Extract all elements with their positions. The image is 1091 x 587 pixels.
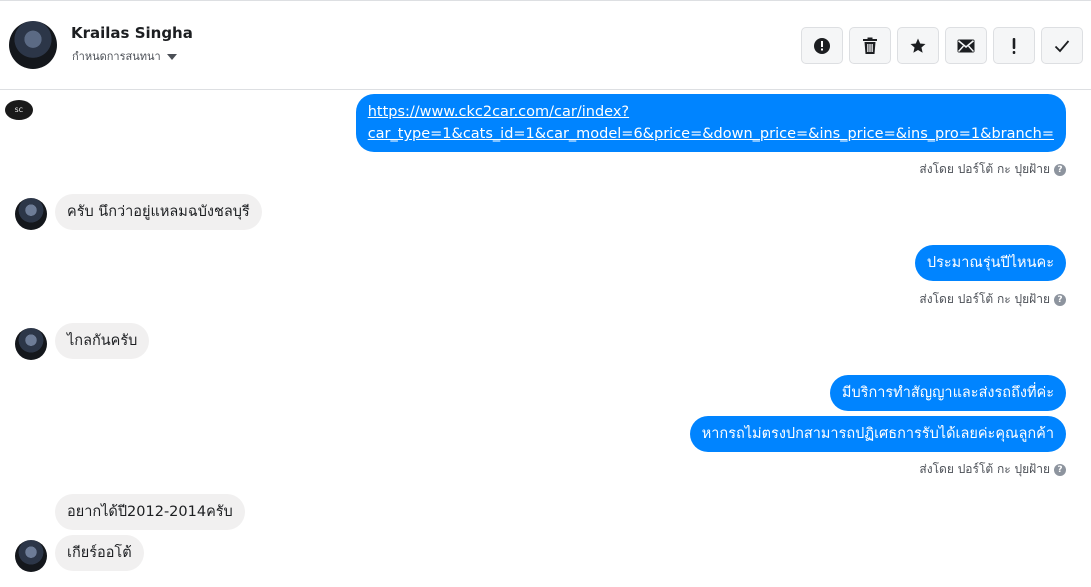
mark-done-button[interactable] bbox=[1041, 27, 1083, 64]
help-icon[interactable]: ? bbox=[1054, 163, 1066, 176]
incoming-message[interactable]: อยากได้ปี2012-2014ครับ bbox=[55, 494, 245, 530]
incoming-message[interactable]: เกียร์ออโต้ bbox=[55, 535, 144, 571]
assign-conversation-dropdown[interactable]: กำหนดการสนทนา bbox=[72, 47, 177, 65]
sent-by-label: ส่งโดย ปอร์โต้ กะ ปุยฝ้าย ? bbox=[919, 160, 1066, 179]
page-logo: SC bbox=[5, 100, 33, 120]
contact-avatar-small[interactable] bbox=[15, 540, 47, 572]
message-thread[interactable]: SC https://www.ckc2car.com/car/index? car… bbox=[0, 90, 1091, 587]
sent-by-text: ส่งโดย ปอร์โต้ กะ ปุยฝ้าย bbox=[919, 462, 1050, 476]
follow-up-button[interactable] bbox=[993, 27, 1035, 64]
trash-icon bbox=[863, 37, 877, 54]
outgoing-message[interactable]: หากรถไม่ตรงปกสามารถปฏิเศธการรับได้เลยค่ะ… bbox=[689, 416, 1066, 452]
help-icon[interactable]: ? bbox=[1054, 463, 1066, 476]
exclamation-icon bbox=[1012, 37, 1016, 54]
incoming-message[interactable]: ไกลกันครับ bbox=[55, 323, 150, 359]
sent-by-label: ส่งโดย ปอร์โต้ กะ ปุยฝ้าย ? bbox=[919, 460, 1066, 479]
alert-circle-icon bbox=[814, 37, 830, 54]
help-icon[interactable]: ? bbox=[1054, 293, 1066, 306]
star-button[interactable] bbox=[897, 27, 939, 64]
check-icon bbox=[1054, 39, 1070, 52]
page-logo-text: SC bbox=[14, 106, 24, 114]
outgoing-message[interactable]: https://www.ckc2car.com/car/index? car_ty… bbox=[355, 94, 1066, 152]
caret-down-icon bbox=[166, 53, 177, 60]
conversation-header: Krailas Singha กำหนดการสนทนา bbox=[0, 0, 1091, 90]
star-icon bbox=[910, 38, 926, 53]
envelope-icon bbox=[957, 39, 975, 52]
contact-avatar-small[interactable] bbox=[15, 198, 47, 230]
delete-button[interactable] bbox=[849, 27, 891, 64]
message-link[interactable]: https://www.ckc2car.com/car/index? car_ty… bbox=[368, 104, 1054, 142]
assign-conversation-label: กำหนดการสนทนา bbox=[72, 50, 161, 63]
outgoing-message[interactable]: ประมาณรุ่นปีไหนคะ bbox=[914, 245, 1066, 281]
sent-by-text: ส่งโดย ปอร์โต้ กะ ปุยฝ้าย bbox=[919, 162, 1050, 176]
contact-avatar[interactable] bbox=[9, 21, 57, 69]
link-line-2: car_type=1&cats_id=1&car_model=6&price=&… bbox=[367, 126, 1054, 142]
conversation-actions bbox=[801, 27, 1083, 64]
mark-spam-button[interactable] bbox=[801, 27, 843, 64]
contact-avatar-small[interactable] bbox=[15, 328, 47, 360]
outgoing-message[interactable]: มีบริการทำสัญญาและส่งรถถึงที่ค่ะ bbox=[829, 375, 1066, 411]
sent-by-label: ส่งโดย ปอร์โต้ กะ ปุยฝ้าย ? bbox=[919, 290, 1066, 309]
contact-name[interactable]: Krailas Singha bbox=[71, 24, 193, 42]
mark-unread-button[interactable] bbox=[945, 27, 987, 64]
sent-by-text: ส่งโดย ปอร์โต้ กะ ปุยฝ้าย bbox=[919, 292, 1050, 306]
link-line-1: https://www.ckc2car.com/car/index? bbox=[367, 104, 630, 120]
incoming-message[interactable]: ครับ นึกว่าอยู่แหลมฉบังชลบุรี bbox=[55, 194, 262, 230]
